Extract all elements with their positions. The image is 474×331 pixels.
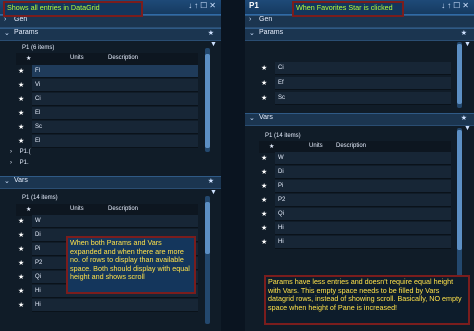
params-grid-header: ★ Units Description (16, 53, 198, 65)
description-column-header[interactable]: Description (108, 55, 138, 61)
table-row[interactable]: ★ Ef (259, 77, 451, 90)
favorite-star-icon[interactable]: ★ (261, 210, 267, 218)
favorite-star-icon[interactable]: ★ (18, 67, 24, 75)
favorite-star-icon[interactable]: ★ (261, 224, 267, 232)
table-row[interactable]: ★ Sc (16, 121, 198, 134)
window-controls-icon[interactable]: ↓↑☐✕ (441, 1, 471, 10)
favorite-star-icon[interactable]: ★ (261, 196, 267, 204)
favorite-star-icon[interactable]: ★ (18, 287, 24, 295)
chevron-right-icon[interactable]: › (10, 149, 14, 155)
favorite-star-icon[interactable]: ★ (208, 177, 217, 185)
vars-scrollbar[interactable] (205, 196, 210, 324)
table-row[interactable]: ★ Hi (16, 299, 198, 312)
star-column-icon: ★ (26, 56, 32, 62)
favorite-star-icon[interactable]: ★ (18, 231, 24, 239)
vars-label: Vars (259, 114, 273, 121)
params-group-label: P1 (6 items) (22, 45, 55, 51)
favorite-star-icon[interactable]: ★ (18, 137, 24, 145)
table-row[interactable]: ★ W (16, 215, 198, 228)
favorite-star-icon[interactable]: ★ (18, 81, 24, 89)
vars-section-header[interactable]: ⌄ Vars ★ (0, 176, 221, 189)
favorite-star-icon[interactable]: ★ (461, 114, 470, 122)
filter-icon[interactable]: ▼ (464, 125, 471, 132)
table-row[interactable]: ★ Qi (259, 208, 451, 221)
favorite-star-icon[interactable]: ★ (461, 29, 470, 37)
table-row[interactable]: ★ Pi (259, 180, 451, 193)
params-scrollbar[interactable] (457, 42, 462, 108)
vars-section-header[interactable]: ⌄ Vars ★ (245, 113, 474, 126)
chevron-right-icon[interactable]: › (249, 16, 251, 23)
params-section-header[interactable]: ⌄ Params ★ (0, 28, 221, 41)
chevron-down-icon[interactable]: ⌄ (249, 29, 255, 37)
table-row[interactable]: ★ El (16, 135, 198, 148)
favorite-star-icon[interactable]: ★ (18, 95, 24, 103)
star-column-icon: ★ (26, 207, 32, 213)
favorite-star-icon[interactable]: ★ (18, 217, 24, 225)
vars-label: Vars (14, 177, 28, 184)
favorite-star-icon[interactable]: ★ (208, 29, 217, 37)
right-pane-title: P1 (249, 1, 259, 10)
chevron-down-icon[interactable]: ⌄ (4, 29, 10, 37)
table-row[interactable]: ★ W (259, 152, 451, 165)
gen-label: Gen (259, 16, 273, 23)
params-label: Params (14, 29, 39, 36)
filter-icon[interactable]: ▼ (464, 41, 471, 48)
scroll-thumb[interactable] (205, 54, 210, 148)
favorite-star-icon[interactable]: ★ (261, 154, 267, 162)
window-controls-icon[interactable]: ↓↑☐✕ (188, 1, 218, 10)
annotation-equal-height: When both Params and Vars expanded and w… (66, 236, 196, 294)
table-row[interactable]: ★ Ci (16, 93, 198, 106)
table-row[interactable]: ★ Sc (259, 92, 451, 105)
units-column-header[interactable]: Units (309, 143, 323, 149)
description-column-header[interactable]: Description (108, 206, 138, 212)
table-row[interactable]: ★ Ci (259, 62, 451, 75)
favorite-star-icon[interactable]: ★ (18, 245, 24, 253)
table-row[interactable]: ★ Di (259, 166, 451, 179)
scroll-thumb[interactable] (457, 44, 462, 104)
vars-group-label: P1 (14 items) (265, 133, 301, 139)
gen-label: Gen (14, 16, 28, 23)
params-label: Params (259, 29, 284, 36)
table-row[interactable]: ★ Fl (16, 65, 198, 78)
annotation-favorites-clicked: When Favorites Star is clicked (292, 1, 404, 17)
table-row[interactable]: ★ Hi (259, 236, 451, 249)
favorite-star-icon[interactable]: ★ (261, 64, 267, 72)
favorite-star-icon[interactable]: ★ (261, 94, 267, 102)
star-column-icon: ★ (269, 144, 275, 150)
annotation-all-entries: Shows all entries in DataGrid (3, 1, 143, 17)
params-scrollbar[interactable] (205, 48, 210, 152)
favorite-star-icon[interactable]: ★ (261, 168, 267, 176)
scroll-thumb[interactable] (205, 202, 210, 254)
table-row[interactable]: ★ Vi (16, 79, 198, 92)
favorite-star-icon[interactable]: ★ (18, 301, 24, 309)
favorite-star-icon[interactable]: ★ (18, 109, 24, 117)
chevron-down-icon[interactable]: ⌄ (4, 177, 10, 185)
tree-row[interactable]: › P1. (10, 160, 29, 166)
scroll-thumb[interactable] (457, 130, 462, 250)
description-column-header[interactable]: Description (336, 143, 366, 149)
table-row[interactable]: ★ El (16, 107, 198, 120)
favorite-star-icon[interactable]: ★ (261, 182, 267, 190)
chevron-down-icon[interactable]: ⌄ (249, 114, 255, 122)
favorite-star-icon[interactable]: ★ (261, 79, 267, 87)
tree-row[interactable]: › P1.( (10, 149, 31, 155)
annotation-empty-space: Params have less entries and doesn't req… (264, 275, 470, 325)
params-section-header[interactable]: ⌄ Params ★ (245, 28, 474, 41)
table-row[interactable]: ★ Hi (259, 222, 451, 235)
chevron-right-icon[interactable]: › (4, 16, 6, 23)
chevron-right-icon[interactable]: › (10, 160, 14, 166)
table-row[interactable]: ★ P2 (259, 194, 451, 207)
favorite-star-icon[interactable]: ★ (261, 238, 267, 246)
favorite-star-icon[interactable]: ★ (18, 259, 24, 267)
units-column-header[interactable]: Units (70, 206, 84, 212)
pane-divider (221, 0, 245, 331)
filter-icon[interactable]: ▼ (210, 41, 217, 48)
favorite-star-icon[interactable]: ★ (18, 123, 24, 131)
units-column-header[interactable]: Units (70, 55, 84, 61)
favorite-star-icon[interactable]: ★ (18, 273, 24, 281)
filter-icon[interactable]: ▼ (210, 189, 217, 196)
vars-group-label: P1 (14 items) (22, 195, 58, 201)
